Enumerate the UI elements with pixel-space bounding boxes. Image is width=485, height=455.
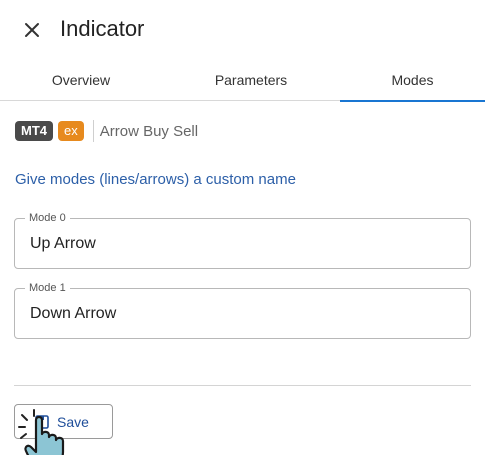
save-button[interactable]: Save bbox=[14, 404, 113, 439]
meta-separator bbox=[92, 120, 94, 142]
type-badge: ex bbox=[58, 121, 84, 141]
tab-bar: Overview Parameters Modes bbox=[0, 60, 485, 102]
close-button[interactable] bbox=[20, 18, 44, 42]
dialog-title: Indicator bbox=[60, 16, 145, 41]
indicator-meta: MT4 ex Arrow Buy Sell bbox=[15, 120, 198, 142]
mode-0-field[interactable]: Mode 0 bbox=[14, 211, 471, 269]
tab-overview[interactable]: Overview bbox=[0, 60, 162, 101]
tab-parameters[interactable]: Parameters bbox=[170, 60, 332, 101]
tab-modes[interactable]: Modes bbox=[340, 60, 485, 102]
actions-divider bbox=[14, 385, 471, 386]
close-icon bbox=[25, 23, 39, 37]
platform-badge: MT4 bbox=[15, 121, 53, 141]
indicator-name: Arrow Buy Sell bbox=[99, 122, 199, 140]
dialog-header: Indicator bbox=[0, 0, 485, 60]
mode-0-input[interactable] bbox=[15, 219, 470, 268]
mode-1-input[interactable] bbox=[15, 289, 470, 338]
custom-name-help-link[interactable]: Give modes (lines/arrows) a custom name bbox=[15, 171, 296, 188]
mode-1-field[interactable]: Mode 1 bbox=[14, 281, 471, 339]
save-label: Save bbox=[57, 413, 89, 430]
floppy-disk-icon bbox=[35, 414, 49, 429]
